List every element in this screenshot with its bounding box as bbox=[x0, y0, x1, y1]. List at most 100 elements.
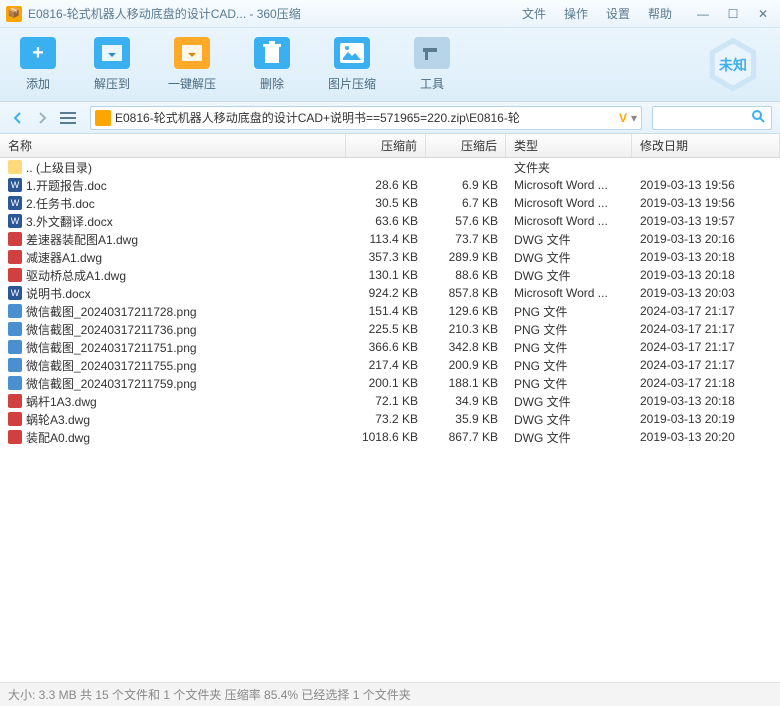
file-name: 减速器A1.dwg bbox=[26, 249, 102, 266]
oneclick-extract-button[interactable]: 一键解压 bbox=[168, 37, 216, 92]
file-size-before: 30.5 KB bbox=[346, 196, 426, 210]
file-date: 2024-03-17 21:17 bbox=[632, 304, 780, 318]
png-icon bbox=[8, 322, 22, 336]
file-type: DWG 文件 bbox=[506, 267, 632, 284]
file-type: DWG 文件 bbox=[506, 231, 632, 248]
header-after[interactable]: 压缩后 bbox=[426, 134, 506, 157]
file-row[interactable]: 蜗轮A3.dwg73.2 KB35.9 KBDWG 文件2019-03-13 2… bbox=[0, 410, 780, 428]
file-size-after: 6.9 KB bbox=[426, 178, 506, 192]
header-before[interactable]: 压缩前 bbox=[346, 134, 426, 157]
file-type: PNG 文件 bbox=[506, 375, 632, 392]
tools-label: 工具 bbox=[420, 75, 444, 92]
menu-operate[interactable]: 操作 bbox=[564, 5, 588, 22]
file-name: 说明书.docx bbox=[26, 285, 91, 302]
file-name: 微信截图_20240317211751.png bbox=[26, 339, 197, 356]
file-row[interactable]: 微信截图_20240317211759.png200.1 KB188.1 KBP… bbox=[0, 374, 780, 392]
png-icon bbox=[8, 376, 22, 390]
file-size-after: 867.7 KB bbox=[426, 430, 506, 444]
file-name: 微信截图_20240317211759.png bbox=[26, 375, 197, 392]
search-input[interactable] bbox=[652, 106, 772, 130]
menu-settings[interactable]: 设置 bbox=[606, 5, 630, 22]
file-row[interactable]: 减速器A1.dwg357.3 KB289.9 KBDWG 文件2019-03-1… bbox=[0, 248, 780, 266]
file-row[interactable]: 差速器装配图A1.dwg 113.4 KB73.7 KBDWG 文件2019-03… bbox=[0, 230, 780, 248]
menu-file[interactable]: 文件 bbox=[522, 5, 546, 22]
close-button[interactable]: ✕ bbox=[752, 5, 774, 23]
archive-icon bbox=[95, 110, 111, 126]
file-row[interactable]: W1.开题报告.doc28.6 KB6.9 KBMicrosoft Word .… bbox=[0, 176, 780, 194]
file-type: DWG 文件 bbox=[506, 249, 632, 266]
png-icon bbox=[8, 358, 22, 372]
image-compress-label: 图片压缩 bbox=[328, 75, 376, 92]
file-row[interactable]: 蜗杆1A3.dwg72.1 KB34.9 KBDWG 文件2019-03-13 … bbox=[0, 392, 780, 410]
header-date[interactable]: 修改日期 bbox=[632, 134, 780, 157]
file-size-after: 188.1 KB bbox=[426, 376, 506, 390]
file-type: DWG 文件 bbox=[506, 411, 632, 428]
file-name: 微信截图_20240317211736.png bbox=[26, 321, 197, 338]
file-row[interactable]: W3.外文翻译.docx63.6 KB57.6 KBMicrosoft Word… bbox=[0, 212, 780, 230]
file-row[interactable]: W2.任务书.doc30.5 KB6.7 KBMicrosoft Word ..… bbox=[0, 194, 780, 212]
file-type: Microsoft Word ... bbox=[506, 286, 632, 300]
file-row[interactable]: 微信截图_20240317211736.png225.5 KB210.3 KBP… bbox=[0, 320, 780, 338]
path-dropdown-icon[interactable]: ▾ bbox=[631, 111, 637, 125]
status-badge[interactable]: 未知 bbox=[706, 38, 760, 92]
oneclick-icon bbox=[174, 37, 210, 69]
file-date: 2019-03-13 20:16 bbox=[632, 232, 780, 246]
menu-help[interactable]: 帮助 bbox=[648, 5, 672, 22]
extract-icon bbox=[94, 37, 130, 69]
dwg-icon bbox=[8, 430, 22, 444]
file-size-after: 73.7 KB bbox=[426, 232, 506, 246]
add-button[interactable]: + 添加 bbox=[20, 37, 56, 92]
add-label: 添加 bbox=[26, 75, 50, 92]
file-row[interactable]: 微信截图_20240317211751.png366.6 KB342.8 KBP… bbox=[0, 338, 780, 356]
search-icon bbox=[751, 109, 765, 126]
file-row[interactable]: W说明书.docx924.2 KB857.8 KBMicrosoft Word … bbox=[0, 284, 780, 302]
nav-forward-button[interactable] bbox=[32, 108, 52, 128]
path-verify-icon: V bbox=[619, 111, 627, 125]
file-row[interactable]: 驱动桥总成A1.dwg130.1 KB88.6 KBDWG 文件2019-03-… bbox=[0, 266, 780, 284]
minimize-button[interactable]: — bbox=[692, 5, 714, 23]
file-size-after: 289.9 KB bbox=[426, 250, 506, 264]
add-icon: + bbox=[20, 37, 56, 69]
folder-icon bbox=[8, 160, 22, 174]
file-size-before: 217.4 KB bbox=[346, 358, 426, 372]
file-row[interactable]: 装配A0.dwg1018.6 KB867.7 KBDWG 文件2019-03-1… bbox=[0, 428, 780, 446]
file-size-before: 72.1 KB bbox=[346, 394, 426, 408]
file-name: 驱动桥总成A1.dwg bbox=[26, 267, 126, 284]
dwg-icon bbox=[8, 268, 22, 282]
file-name: 2.任务书.doc bbox=[26, 195, 95, 212]
file-size-before: 113.4 KB bbox=[346, 232, 426, 246]
header-name[interactable]: 名称 bbox=[0, 134, 346, 157]
delete-button[interactable]: 删除 bbox=[254, 37, 290, 92]
file-size-after: 129.6 KB bbox=[426, 304, 506, 318]
file-date: 2024-03-17 21:17 bbox=[632, 340, 780, 354]
maximize-button[interactable]: ☐ bbox=[722, 5, 744, 23]
nav-back-button[interactable] bbox=[8, 108, 28, 128]
file-row[interactable]: .. (上级目录)文件夹 bbox=[0, 158, 780, 176]
file-date: 2019-03-13 20:03 bbox=[632, 286, 780, 300]
nav-list-button[interactable] bbox=[56, 108, 80, 128]
file-type: Microsoft Word ... bbox=[506, 178, 632, 192]
file-date: 2019-03-13 20:19 bbox=[632, 412, 780, 426]
path-input[interactable]: E0816-轮式机器人移动底盘的设计CAD+说明书==571965=220.zi… bbox=[90, 106, 642, 130]
file-size-before: 1018.6 KB bbox=[346, 430, 426, 444]
tools-button[interactable]: 工具 bbox=[414, 37, 450, 92]
file-row[interactable]: 微信截图_20240317211728.png151.4 KB129.6 KBP… bbox=[0, 302, 780, 320]
file-date: 2019-03-13 20:18 bbox=[632, 250, 780, 264]
dwg-icon bbox=[8, 412, 22, 426]
file-size-after: 6.7 KB bbox=[426, 196, 506, 210]
header-type[interactable]: 类型 bbox=[506, 134, 632, 157]
image-compress-button[interactable]: 图片压缩 bbox=[328, 37, 376, 92]
statusbar: 大小: 3.3 MB 共 15 个文件和 1 个文件夹 压缩率 85.4% 已经… bbox=[0, 682, 780, 706]
toolbar: + 添加 解压到 一键解压 删除 图片压缩 工具 未知 bbox=[0, 28, 780, 102]
navbar: E0816-轮式机器人移动底盘的设计CAD+说明书==571965=220.zi… bbox=[0, 102, 780, 134]
file-row[interactable]: 微信截图_20240317211755.png217.4 KB200.9 KBP… bbox=[0, 356, 780, 374]
file-name: 差速器装配图A1.dwg bbox=[26, 231, 138, 248]
file-date: 2019-03-13 20:20 bbox=[632, 430, 780, 444]
delete-icon bbox=[254, 37, 290, 69]
png-icon bbox=[8, 304, 22, 318]
titlebar: 📦 E0816-轮式机器人移动底盘的设计CAD... - 360压缩 文件 操作… bbox=[0, 0, 780, 28]
extract-button[interactable]: 解压到 bbox=[94, 37, 130, 92]
file-size-after: 200.9 KB bbox=[426, 358, 506, 372]
png-icon bbox=[8, 340, 22, 354]
doc-icon: W bbox=[8, 196, 22, 210]
